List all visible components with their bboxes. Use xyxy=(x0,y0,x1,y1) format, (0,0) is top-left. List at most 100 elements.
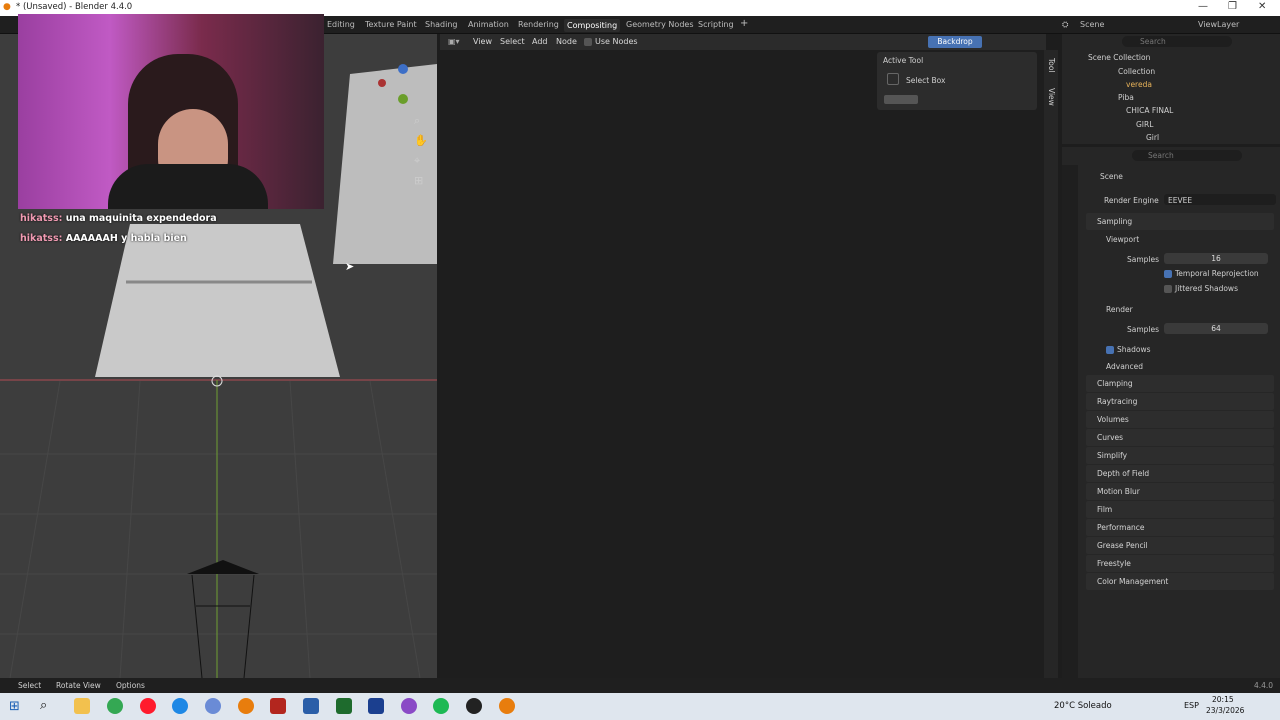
menu-add[interactable]: Add xyxy=(532,37,548,46)
video-app-icon[interactable] xyxy=(270,698,286,714)
app-icon[interactable] xyxy=(205,698,221,714)
outliner-item[interactable]: Piba xyxy=(1118,93,1134,102)
spotify-icon[interactable] xyxy=(433,698,449,714)
outliner-item[interactable]: vereda xyxy=(1126,80,1152,89)
chrome-icon[interactable] xyxy=(107,698,123,714)
windows-start-icon[interactable]: ⊞ xyxy=(9,699,20,714)
editor-type-icon[interactable]: ▣▾ xyxy=(448,37,460,46)
grid-view-icon[interactable]: ⊞ xyxy=(414,174,423,187)
language-indicator[interactable]: ESP xyxy=(1184,701,1199,710)
active-tool-header[interactable]: Active Tool xyxy=(883,56,923,65)
menu-view[interactable]: View xyxy=(473,37,492,46)
properties-tabs xyxy=(1062,165,1078,678)
weather-widget[interactable]: 20°C Soleado xyxy=(1054,701,1112,711)
outliner-item[interactable]: GIRL xyxy=(1136,120,1153,129)
scene-icon: ⛭ xyxy=(1062,20,1069,29)
selection-mode-icons[interactable] xyxy=(884,95,918,104)
clock-time[interactable]: 20:15 xyxy=(1212,695,1234,704)
tab-rendering[interactable]: Rendering xyxy=(518,20,559,29)
status-rotate: Rotate View xyxy=(56,681,101,690)
mouse-cursor-icon: ➤ xyxy=(345,260,355,273)
node-editor-header: ▣▾ View Select Add Node Use Nodes Backdr… xyxy=(440,34,1046,50)
backdrop-button[interactable]: Backdrop xyxy=(928,36,982,48)
tab-compositing[interactable]: Compositing xyxy=(564,19,621,32)
minimize-icon[interactable]: — xyxy=(1198,1,1208,12)
chat-text: una maquinita expendedora xyxy=(65,213,217,224)
panel-volumes[interactable]: Volumes xyxy=(1086,411,1274,428)
outliner-item[interactable]: CHICA FINAL xyxy=(1126,106,1173,115)
temporal-reprojection-checkbox[interactable]: Temporal Reprojection xyxy=(1164,269,1259,278)
panel-viewport[interactable]: Viewport xyxy=(1106,235,1139,244)
menu-select[interactable]: Select xyxy=(500,37,525,46)
blender-taskbar-icon[interactable] xyxy=(238,698,254,714)
tab-scripting[interactable]: Scripting xyxy=(698,20,734,29)
edge-icon[interactable] xyxy=(172,698,188,714)
blender-active-icon[interactable] xyxy=(499,698,515,714)
tab-animation[interactable]: Animation xyxy=(468,20,509,29)
file-explorer-icon[interactable] xyxy=(74,698,90,714)
outliner-item[interactable]: Girl xyxy=(1146,133,1159,142)
camera-icon[interactable]: ⌖ xyxy=(414,154,420,168)
status-bar: Select Rotate View Options 4.4.0 xyxy=(0,678,1280,693)
panel-sampling[interactable]: Sampling xyxy=(1086,213,1274,230)
select-box-icon[interactable] xyxy=(887,73,899,85)
status-select: Select xyxy=(18,681,42,690)
panel-depth-of-field[interactable]: Depth of Field xyxy=(1086,465,1274,482)
close-icon[interactable]: ✕ xyxy=(1258,1,1266,12)
v-app-icon[interactable] xyxy=(368,698,384,714)
pt-app-icon[interactable] xyxy=(336,698,352,714)
use-nodes-checkbox[interactable]: Use Nodes xyxy=(584,37,638,46)
panel-motion-blur[interactable]: Motion Blur xyxy=(1086,483,1274,500)
panel-render[interactable]: Render xyxy=(1106,305,1133,314)
outliner-item[interactable]: Scene Collection xyxy=(1088,53,1150,62)
obs-icon[interactable] xyxy=(466,698,482,714)
panel-grease-pencil[interactable]: Grease Pencil xyxy=(1086,537,1274,554)
sidebar-tab-tool[interactable]: Tool xyxy=(1047,58,1056,73)
sidebar-tab-view[interactable]: View xyxy=(1047,88,1056,106)
zoom-icon[interactable]: ⌕ xyxy=(414,114,420,128)
jittered-shadows-checkbox[interactable]: Jittered Shadows xyxy=(1164,284,1238,293)
viewport-samples-field[interactable]: 16 xyxy=(1164,253,1268,264)
app-icon[interactable] xyxy=(401,698,417,714)
status-options: Options xyxy=(116,681,145,690)
render-samples-field[interactable]: 64 xyxy=(1164,323,1268,334)
active-tool-name: Select Box xyxy=(906,76,946,85)
opera-icon[interactable] xyxy=(140,698,156,714)
pan-hand-icon[interactable]: ✋ xyxy=(414,134,428,147)
panel-curves[interactable]: Curves xyxy=(1086,429,1274,446)
chat-text: AAAAAAH y habla bien xyxy=(65,233,187,244)
panel-raytracing[interactable]: Raytracing xyxy=(1086,393,1274,410)
tab-texture-paint[interactable]: Texture Paint xyxy=(365,20,417,29)
render-engine-label: Render Engine xyxy=(1104,196,1159,205)
scene-name[interactable]: Scene xyxy=(1080,20,1104,29)
add-workspace-icon[interactable]: + xyxy=(740,18,748,29)
clock-date[interactable]: 23/3/2026 xyxy=(1206,706,1244,715)
compositor-node-editor[interactable] xyxy=(440,34,1046,678)
panel-freestyle[interactable]: Freestyle xyxy=(1086,555,1274,572)
viewlayer-name[interactable]: ViewLayer xyxy=(1198,20,1239,29)
panel-simplify[interactable]: Simplify xyxy=(1086,447,1274,464)
maximize-icon[interactable]: ❐ xyxy=(1228,1,1237,12)
tab-geometry-nodes[interactable]: Geometry Nodes xyxy=(626,20,693,29)
search-icon[interactable]: ⌕ xyxy=(40,698,47,713)
panel-advanced[interactable]: Advanced xyxy=(1106,362,1143,371)
outliner: Search Scene Collection Collection vered… xyxy=(1062,34,1280,144)
tab-editing[interactable]: Editing xyxy=(327,20,355,29)
properties-context: Scene xyxy=(1100,172,1123,181)
chat-message: hikatss: una maquinita expendedora xyxy=(20,213,217,224)
tab-shading[interactable]: Shading xyxy=(425,20,458,29)
panel-clamping[interactable]: Clamping xyxy=(1086,375,1274,392)
webcam-overlay xyxy=(18,14,324,209)
outliner-search-input[interactable] xyxy=(1122,36,1232,47)
outliner-item[interactable]: Collection xyxy=(1118,67,1155,76)
panel-film[interactable]: Film xyxy=(1086,501,1274,518)
panel-performance[interactable]: Performance xyxy=(1086,519,1274,536)
photos-icon[interactable] xyxy=(303,698,319,714)
shadows-checkbox[interactable]: Shadows xyxy=(1106,345,1151,354)
render-samples-label: Samples xyxy=(1127,325,1160,334)
render-engine-value: EEVEE xyxy=(1168,196,1193,205)
windows-taskbar: ⊞ ⌕ 20°C Soleado ESP 20:15 23/3/2026 xyxy=(0,693,1280,720)
menu-node[interactable]: Node xyxy=(556,37,577,46)
panel-color-management[interactable]: Color Management xyxy=(1086,573,1274,590)
blender-version: 4.4.0 xyxy=(1254,681,1274,690)
